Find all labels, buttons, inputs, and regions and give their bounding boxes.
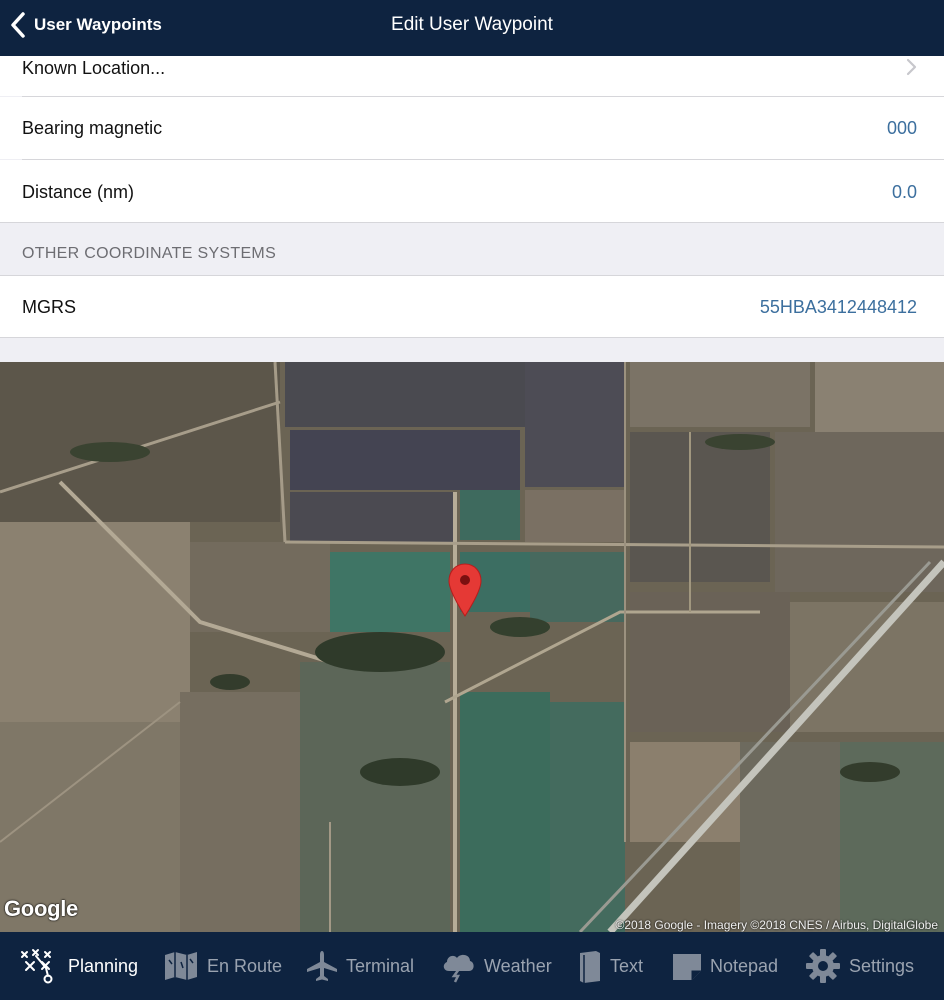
tab-notepad-label: Notepad [710,955,779,976]
known-location-row[interactable]: Known Location... [0,56,944,96]
mgrs-label: MGRS [22,297,76,317]
map-attribution: ©2018 Google - Imagery ©2018 CNES / Airb… [615,918,938,932]
bearing-magnetic-row[interactable]: Bearing magnetic 000 [0,97,944,159]
known-location-label: Known Location... [22,58,166,78]
gear-icon [806,949,840,983]
distance-row[interactable]: Distance (nm) 0.0 [0,160,944,222]
navigation-bar: User Waypoints Edit User Waypoint [0,0,944,56]
mgrs-value[interactable]: 55HBA3412448412 [760,297,917,318]
bearing-magnetic-label: Bearing magnetic [22,118,163,138]
tab-terminal[interactable]: Terminal [306,932,414,1000]
back-button-label: User Waypoints [34,15,162,34]
tab-planning[interactable]: Planning [20,932,138,1000]
airplane-icon [307,951,337,981]
chevron-right-icon [906,58,917,76]
google-logo: Google [4,896,78,921]
book-icon [580,951,600,983]
section-separator [0,222,944,223]
planning-icon [21,949,53,984]
tab-weather-label: Weather [484,955,552,976]
tab-settings[interactable]: Settings [805,932,914,1000]
weather-icon [443,954,474,983]
tab-settings-label: Settings [849,955,915,976]
tab-text[interactable]: Text [576,932,643,1000]
section-header-other-coordinates: OTHER COORDINATE SYSTEMS [22,245,277,262]
location-pin-icon[interactable] [447,562,483,618]
tab-en-route[interactable]: En Route [163,932,282,1000]
tab-bar: Planning En Route Terminal Weather Text … [0,932,944,1000]
tab-terminal-label: Terminal [346,955,415,976]
tab-text-label: Text [610,955,644,976]
chevron-left-icon [11,12,25,38]
tab-planning-label: Planning [68,955,139,976]
tab-notepad[interactable]: Notepad [672,932,778,1000]
mgrs-row[interactable]: MGRS 55HBA3412448412 [0,276,944,337]
section-separator [0,337,944,338]
distance-label: Distance (nm) [22,182,135,202]
tab-weather[interactable]: Weather [440,932,552,1000]
back-button[interactable]: User Waypoints [8,0,162,50]
map-icon [165,952,197,980]
notepad-icon [673,954,701,980]
bearing-magnetic-value[interactable]: 000 [887,118,917,139]
tab-en-route-label: En Route [207,955,283,976]
distance-value[interactable]: 0.0 [892,182,917,203]
satellite-map[interactable]: Google ©2018 Google - Imagery ©2018 CNES… [0,362,944,932]
app-root: User Waypoints Edit User Waypoint Known … [0,0,944,1000]
map-imagery [0,362,944,932]
